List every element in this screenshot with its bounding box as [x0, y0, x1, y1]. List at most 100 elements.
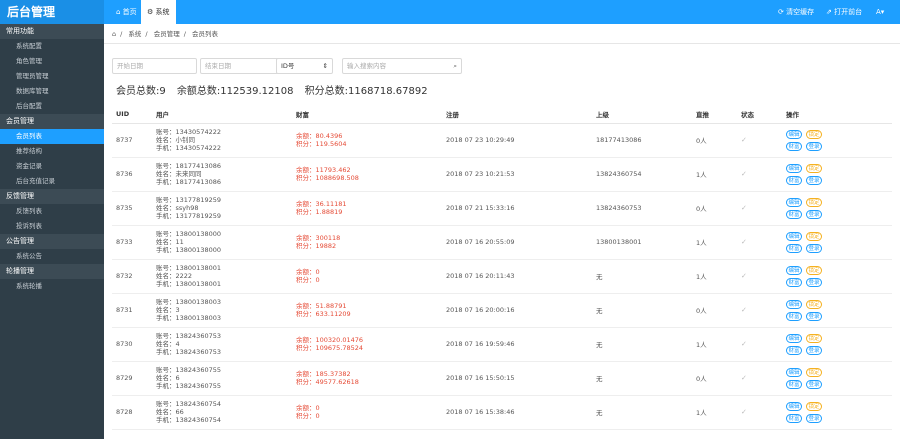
user-menu[interactable]: A▾	[876, 0, 884, 24]
wealth-cell: 余额：0 积分：0	[292, 395, 442, 430]
sidebar-item[interactable]: 角色管理	[0, 54, 104, 69]
open-frontend-link[interactable]: ⇗ 打开前台	[826, 0, 862, 24]
table-row: 8736 账号：18177413086 姓名：未来同同 手机：18177413086 余…	[112, 157, 892, 192]
column-header: 注册	[442, 106, 592, 124]
account: 账号：13430574222	[156, 128, 221, 136]
login-button[interactable]: 登录	[806, 243, 822, 253]
edit-button[interactable]: 编辑	[786, 299, 802, 309]
lock-button[interactable]: 锁定	[806, 401, 822, 411]
search-icon[interactable]: ⌕	[453, 59, 457, 73]
user-cell: 账号：13824360753 姓名：4 手机：13824360753	[152, 327, 292, 362]
wealth-button[interactable]: 财富	[786, 277, 802, 287]
wealth-button[interactable]: 财富	[786, 243, 802, 253]
sidebar-group[interactable]: 常用功能	[0, 24, 104, 39]
status-cell: ✓	[737, 361, 782, 396]
lock-button[interactable]: 锁定	[806, 367, 822, 377]
field-select[interactable]: ID号 ⇕	[276, 58, 333, 74]
sidebar-item[interactable]: 投诉列表	[0, 219, 104, 234]
stats-summary: 会员总数:9 余额总数:112539.12108 积分总数:1168718.67…	[116, 82, 436, 97]
column-header: 直推	[692, 106, 737, 124]
home-icon[interactable]: ⌂	[112, 30, 116, 38]
name: 姓名：ssyh98	[156, 204, 199, 212]
lock-button[interactable]: 锁定	[806, 197, 822, 207]
check-icon: ✓	[741, 306, 747, 314]
login-button[interactable]: 登录	[806, 277, 822, 287]
edit-button[interactable]: 编辑	[786, 367, 802, 377]
edit-button[interactable]: 编辑	[786, 333, 802, 343]
wealth-cell: 余额：185.37382 积分：49577.62618	[292, 361, 442, 396]
sidebar-item[interactable]: 反馈列表	[0, 204, 104, 219]
register-cell: 2018 07 23 10:29:49	[442, 123, 592, 158]
actions-cell: 编辑 锁定 财富 登录	[782, 293, 892, 328]
edit-button[interactable]: 编辑	[786, 197, 802, 207]
wealth-cell: 余额：0 积分：0	[292, 259, 442, 294]
register-cell: 2018 07 16 15:38:46	[442, 395, 592, 430]
points: 积分：19882	[296, 242, 337, 250]
sidebar-group[interactable]: 反馈管理	[0, 189, 104, 204]
sidebar-item[interactable]: 系统公告	[0, 249, 104, 264]
login-button[interactable]: 登录	[806, 209, 822, 219]
edit-button[interactable]: 编辑	[786, 129, 802, 139]
table-row: 8733 账号：13800138000 姓名：11 手机：13800138000 余额：…	[112, 225, 892, 260]
wealth-cell: 余额：100320.01476 积分：109675.78524	[292, 327, 442, 362]
sidebar-item[interactable]: 后台充值记录	[0, 174, 104, 189]
start-date-input[interactable]: 开始日期	[112, 58, 197, 74]
table-row: 8730 账号：13824360753 姓名：4 手机：13824360753 余额：1…	[112, 327, 892, 362]
sidebar-item[interactable]: 系统轮播	[0, 279, 104, 294]
lock-button[interactable]: 锁定	[806, 231, 822, 241]
check-icon: ✓	[741, 374, 747, 382]
lock-button[interactable]: 锁定	[806, 299, 822, 309]
sidebar-item[interactable]: 系统配置	[0, 39, 104, 54]
wealth-button[interactable]: 财富	[786, 175, 802, 185]
wealth-button[interactable]: 财富	[786, 141, 802, 151]
login-button[interactable]: 登录	[806, 311, 822, 321]
wealth-button[interactable]: 财富	[786, 345, 802, 355]
search-input[interactable]: 输入搜索内容 ⌕	[342, 58, 462, 74]
sidebar-group[interactable]: 会员管理	[0, 114, 104, 129]
tab-system[interactable]: ⚙ 系统	[141, 0, 176, 24]
sidebar-item[interactable]: 后台配置	[0, 99, 104, 114]
points: 积分：0	[296, 412, 320, 420]
check-icon: ✓	[741, 204, 747, 212]
actions-cell: 编辑 锁定 财富 登录	[782, 225, 892, 260]
tab-home[interactable]: ⌂ 首页	[110, 0, 143, 24]
uid-cell: 8731	[112, 293, 152, 328]
sidebar-item[interactable]: 推荐结构	[0, 144, 104, 159]
edit-button[interactable]: 编辑	[786, 265, 802, 275]
login-button[interactable]: 登录	[806, 379, 822, 389]
direct-cell: 0人	[692, 361, 737, 396]
lock-button[interactable]: 锁定	[806, 163, 822, 173]
sidebar-item[interactable]: 会员列表	[0, 129, 104, 144]
refresh-icon: ⟳	[778, 8, 787, 16]
uid-cell: 8737	[112, 123, 152, 158]
login-button[interactable]: 登录	[806, 141, 822, 151]
status-cell: ✓	[737, 259, 782, 294]
sidebar-group[interactable]: 公告管理	[0, 234, 104, 249]
crumb-system[interactable]: 系统	[128, 30, 141, 38]
login-button[interactable]: 登录	[806, 175, 822, 185]
sidebar-item[interactable]: 数据库管理	[0, 84, 104, 99]
user-cell: 账号：13824360754 姓名：66 手机：13824360754	[152, 395, 292, 430]
edit-button[interactable]: 编辑	[786, 163, 802, 173]
login-button[interactable]: 登录	[806, 413, 822, 423]
parent-cell: 18177413086	[592, 123, 692, 158]
sidebar-item[interactable]: 资金记录	[0, 159, 104, 174]
edit-button[interactable]: 编辑	[786, 231, 802, 241]
wealth-button[interactable]: 财富	[786, 379, 802, 389]
phone: 手机：13430574222	[156, 144, 221, 152]
clear-cache-link[interactable]: ⟳ 清空缓存	[778, 0, 814, 24]
sidebar-item[interactable]: 管理员管理	[0, 69, 104, 84]
phone: 手机：13824360754	[156, 416, 221, 424]
wealth-button[interactable]: 财富	[786, 209, 802, 219]
wealth-cell: 余额：11793.462 积分：1088698.508	[292, 157, 442, 192]
sidebar-group[interactable]: 轮播管理	[0, 264, 104, 279]
edit-button[interactable]: 编辑	[786, 401, 802, 411]
member-table: UID 用户 财富 注册 上级 直推 状态 操作 8737 账号：13430574222 姓名：小…	[112, 106, 892, 430]
lock-button[interactable]: 锁定	[806, 265, 822, 275]
wealth-button[interactable]: 财富	[786, 413, 802, 423]
crumb-members[interactable]: 会员管理	[154, 30, 180, 38]
wealth-button[interactable]: 财富	[786, 311, 802, 321]
login-button[interactable]: 登录	[806, 345, 822, 355]
lock-button[interactable]: 锁定	[806, 129, 822, 139]
lock-button[interactable]: 锁定	[806, 333, 822, 343]
